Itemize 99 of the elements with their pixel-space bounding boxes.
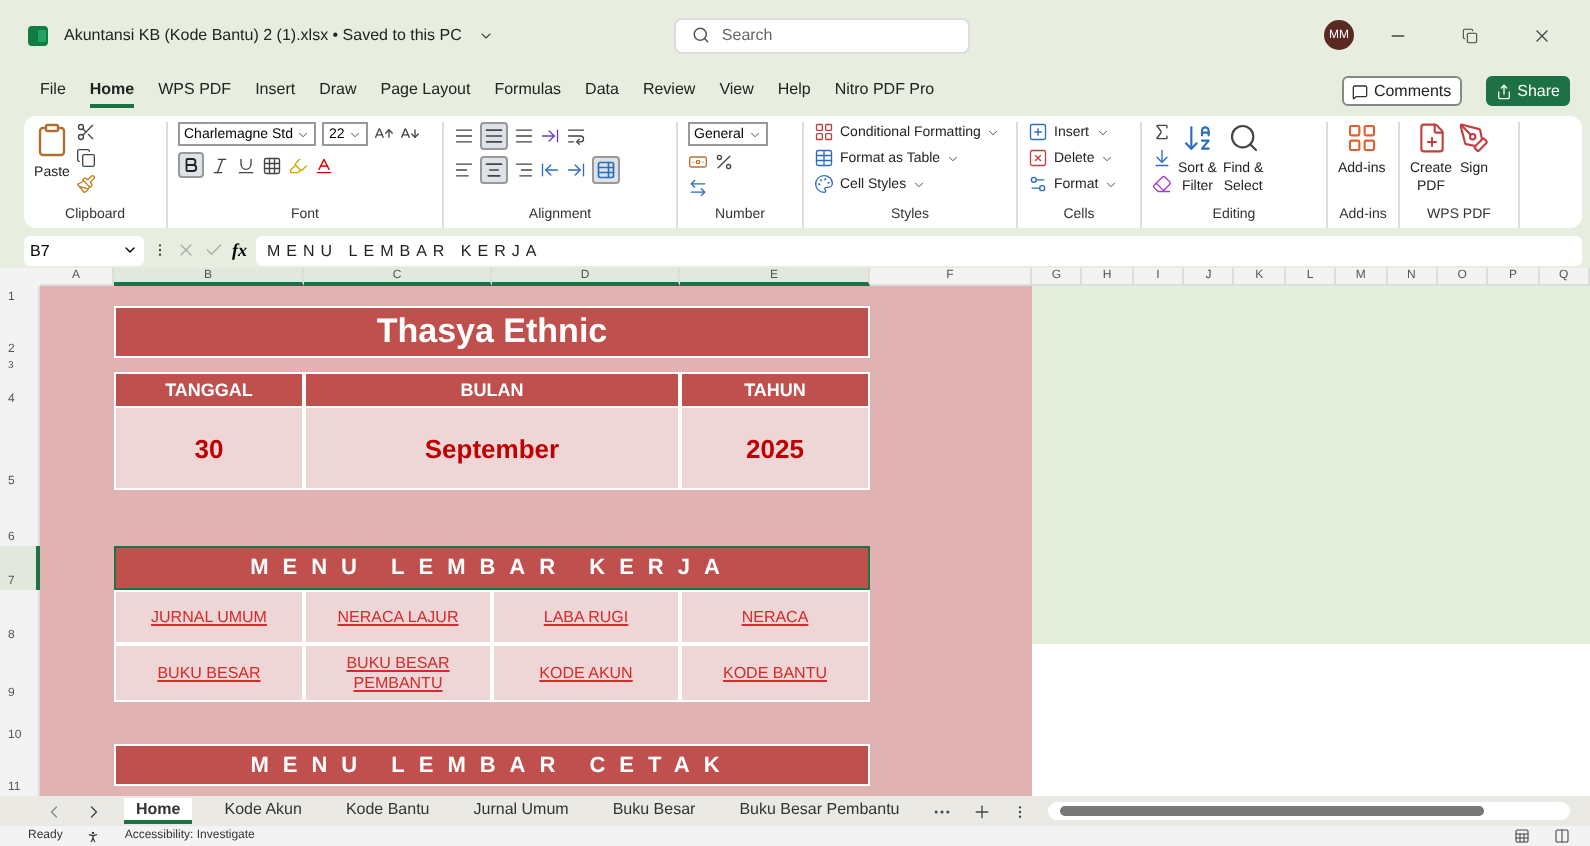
menu-tab[interactable]: Formulas [494, 74, 562, 108]
sheet-link[interactable]: NERACA [741, 607, 809, 627]
page-view-icon[interactable] [1554, 828, 1570, 844]
accessibility-icon [86, 829, 101, 843]
menu-tab[interactable]: WPS PDF [158, 74, 232, 108]
enter-icon [204, 240, 224, 260]
sheet-link[interactable]: KODE AKUN [539, 663, 633, 683]
add-sheet-icon[interactable] [971, 801, 992, 821]
chevron-down-icon [747, 127, 762, 141]
file-plus-icon [1415, 122, 1447, 154]
menu-tab[interactable]: Review [642, 74, 696, 108]
sort-icon [1181, 122, 1214, 154]
menu-tab[interactable]: Page Layout [380, 74, 471, 108]
clipboard-icon[interactable] [34, 122, 70, 158]
sheet-tab[interactable]: Buku Besar Pembantu [727, 798, 912, 824]
italic-icon[interactable] [210, 155, 230, 175]
chevron-down-icon [946, 151, 961, 165]
menu-tab[interactable]: Home [89, 74, 135, 108]
percent-icon[interactable] [714, 152, 734, 172]
grid-icon [1345, 122, 1378, 154]
align-top-icon[interactable] [454, 126, 474, 146]
wrap-text-icon[interactable] [566, 126, 586, 146]
sheet-link[interactable]: LABA RUGI [543, 607, 629, 627]
sheet-tab[interactable]: Buku Besar [600, 798, 708, 824]
restore-icon[interactable] [1462, 27, 1478, 43]
bold-icon-button[interactable] [178, 152, 204, 178]
header-cell: BULAN [304, 372, 680, 408]
bold-icon [182, 156, 200, 174]
align-center-icon-button[interactable] [480, 156, 508, 184]
scrollbar-thumb[interactable] [1059, 806, 1484, 816]
sheet-tab[interactable]: Jurnal Umum [461, 798, 581, 824]
sliders-icon [1028, 174, 1048, 194]
align-right-icon[interactable] [514, 160, 534, 180]
header-cell: TANGGAL [114, 372, 304, 408]
menu-tab[interactable]: Insert [255, 74, 296, 108]
menu-tab[interactable]: Draw [319, 74, 357, 108]
increase-indent-icon[interactable] [566, 160, 586, 180]
date-cell: September [304, 408, 680, 490]
merge-icon-button[interactable] [592, 156, 620, 184]
copy-icon[interactable] [76, 148, 96, 168]
title-banner: Thasya Ethnic [114, 306, 870, 358]
section-banner[interactable]: MENU LEMBAR KERJA [114, 546, 870, 590]
plus-square-icon [1028, 122, 1048, 142]
font-color-icon[interactable] [314, 155, 334, 175]
grow-font-icon[interactable] [374, 124, 395, 144]
merge-icon [596, 160, 616, 180]
align-middle-icon [484, 126, 504, 146]
eraser-icon[interactable] [1152, 174, 1172, 194]
chevron-down-icon [986, 125, 1001, 139]
formula-input[interactable]: MENU LEMBAR KERJA [255, 235, 1582, 265]
horizontal-scrollbar[interactable] [1047, 802, 1570, 820]
chevron-down-icon [122, 242, 138, 258]
shrink-font-icon[interactable] [400, 124, 421, 144]
window-title: Akuntansi KB (Kode Bantu) 2 (1).xlsx • Saved to this PC [64, 26, 462, 44]
share-icon [1495, 83, 1512, 99]
table-icon [814, 148, 834, 168]
currency-icon[interactable] [688, 152, 708, 172]
borders-icon[interactable] [262, 155, 282, 175]
close-icon[interactable] [1532, 25, 1552, 45]
search-icon [1227, 122, 1260, 154]
comment-icon [1351, 83, 1368, 99]
name-box[interactable]: B7 [24, 235, 144, 265]
normal-view-icon[interactable] [1514, 828, 1530, 844]
menu-tab[interactable]: Nitro PDF Pro [834, 74, 935, 108]
menu-tab[interactable]: View [719, 74, 754, 108]
menu-tab[interactable]: Data [585, 74, 619, 108]
align-bottom-icon[interactable] [514, 126, 534, 146]
scissors-icon[interactable] [76, 122, 96, 142]
sheet-tab[interactable]: Home [124, 798, 193, 824]
decrease-indent-icon[interactable] [540, 160, 560, 180]
x-square-icon [1028, 148, 1048, 168]
spreadsheet-app-icon [28, 25, 48, 45]
header-cell: TAHUN [680, 372, 870, 408]
sheet-link[interactable]: BUKU BESAR [157, 663, 261, 683]
align-middle-icon-button[interactable] [480, 122, 508, 150]
search-field[interactable]: Search [673, 17, 970, 53]
comments-button[interactable]: Comments [1341, 76, 1462, 106]
chevron-down-icon [296, 127, 311, 141]
underline-icon[interactable] [236, 155, 256, 175]
search-icon [691, 26, 710, 44]
pen-icon [1458, 122, 1491, 154]
cancel-icon [176, 240, 196, 260]
sheet-tab[interactable]: Kode Bantu [333, 798, 442, 824]
function-button[interactable]: fx [232, 240, 247, 260]
sheet-tab[interactable]: Kode Akun [212, 798, 314, 824]
grid-icon [814, 122, 834, 142]
chevron-down-icon [912, 177, 927, 191]
sum-icon[interactable] [1152, 122, 1172, 142]
sheet-link[interactable]: KODE BANTU [722, 663, 827, 683]
align-center-icon [484, 160, 504, 180]
menu-tab[interactable]: Help [777, 74, 811, 108]
date-cell: 2025 [680, 408, 870, 490]
section-banner: MENU LEMBAR CETAK [114, 744, 870, 786]
menu-tab[interactable]: File [40, 74, 66, 108]
share-button[interactable]: Share [1485, 76, 1570, 106]
chevron-down-icon [348, 127, 363, 141]
date-cell: 30 [114, 408, 304, 490]
palette-icon [814, 174, 834, 194]
align-left-icon[interactable] [454, 160, 474, 180]
